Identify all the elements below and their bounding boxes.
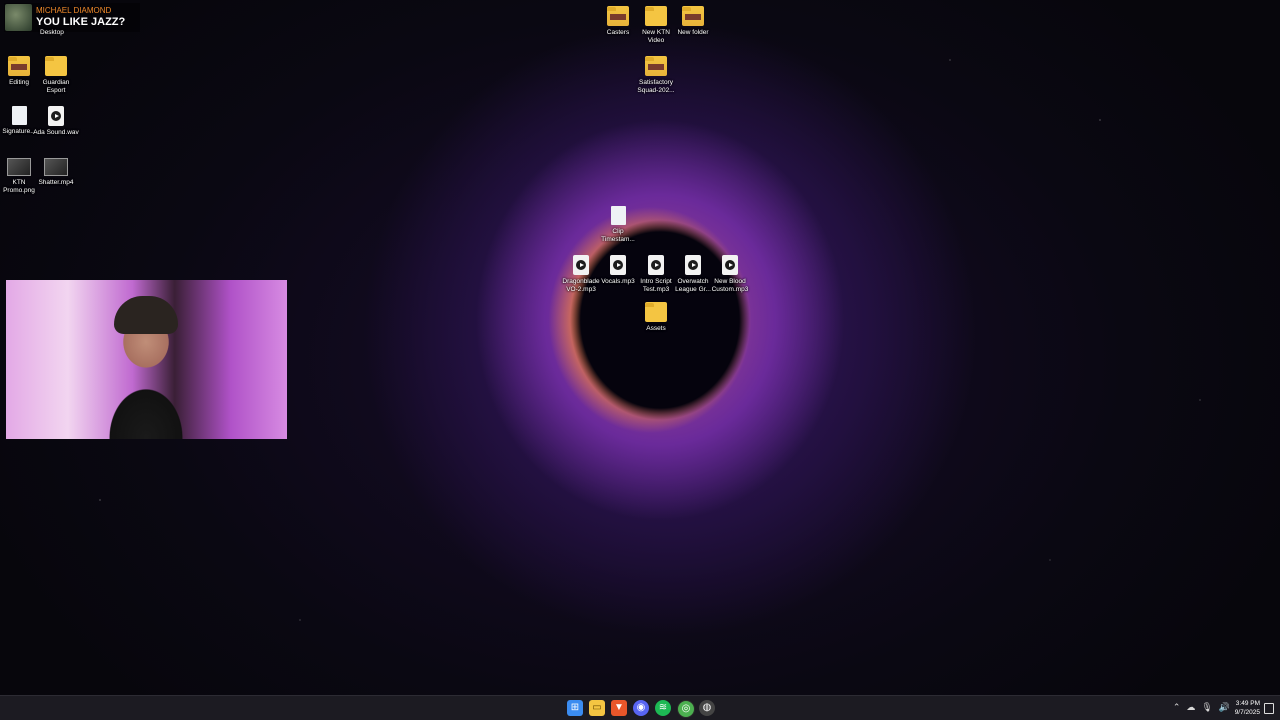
desktop-icon-new-folder[interactable]: New folder	[670, 6, 716, 37]
media-file-icon	[610, 255, 626, 275]
desktop-icon-ada-sound[interactable]: Ada Sound.wav	[33, 106, 79, 137]
media-file-icon	[685, 255, 701, 275]
notification-icon[interactable]	[1264, 703, 1274, 714]
folder-icon	[645, 302, 667, 322]
now-playing-title: YOU LIKE JAZZ?	[36, 16, 126, 28]
obs-icon[interactable]: ◍	[699, 700, 715, 716]
system-tray[interactable]: ⌃☁🎙🔊	[1173, 702, 1236, 713]
clock-date: 9/7/2025	[1234, 709, 1260, 716]
folder-icon	[645, 56, 667, 76]
chrome-icon[interactable]: ◎	[677, 700, 695, 718]
video-file-icon	[44, 158, 68, 176]
document-icon	[11, 106, 27, 125]
image-file-icon	[7, 158, 31, 176]
taskbar: ⊞ ▭ ▼ ◉ ≋ ◎ ◍ ⌃☁🎙🔊 3:49 PM 9/7/2025	[0, 695, 1280, 720]
desktop-icon-guardian-esport[interactable]: Guardian Esport	[33, 56, 79, 95]
desktop-icon-label[interactable]: Desktop	[40, 29, 64, 36]
file-explorer-icon[interactable]: ▭	[589, 700, 605, 716]
folder-icon	[645, 6, 667, 26]
brave-browser-icon[interactable]: ▼	[611, 700, 627, 716]
desktop-icon-new-blood-custom[interactable]: New Blood Custom.mp3	[707, 255, 753, 294]
taskbar-clock[interactable]: 3:49 PM 9/7/2025	[1235, 699, 1260, 717]
folder-icon	[682, 6, 704, 26]
spotify-icon[interactable]: ≋	[655, 700, 671, 716]
album-art	[5, 4, 32, 31]
document-icon	[610, 206, 626, 225]
media-file-icon	[648, 255, 664, 275]
discord-icon[interactable]: ◉	[633, 700, 649, 716]
folder-icon	[607, 6, 629, 26]
desktop-icon-clip-timestamps[interactable]: Clip Timestam...	[595, 206, 641, 244]
now-playing-widget: MICHAEL DIAMOND YOU LIKE JAZZ?	[4, 3, 140, 32]
desktop-icon-shatter[interactable]: Shatter.mp4	[33, 156, 79, 187]
folder-icon	[45, 56, 67, 76]
desktop-icon-assets[interactable]: Assets	[633, 302, 679, 333]
media-file-icon	[48, 106, 64, 126]
now-playing-artist: MICHAEL DIAMOND	[36, 6, 112, 15]
folder-icon	[8, 56, 30, 76]
windows-start-icon[interactable]: ⊞	[567, 700, 583, 716]
media-file-icon	[722, 255, 738, 275]
webcam-overlay	[6, 280, 287, 439]
desktop-icon-satisfactory-squad[interactable]: Satisfactory Squad-202...	[633, 56, 679, 95]
media-file-icon	[573, 255, 589, 275]
clock-time: 3:49 PM	[1235, 700, 1260, 707]
